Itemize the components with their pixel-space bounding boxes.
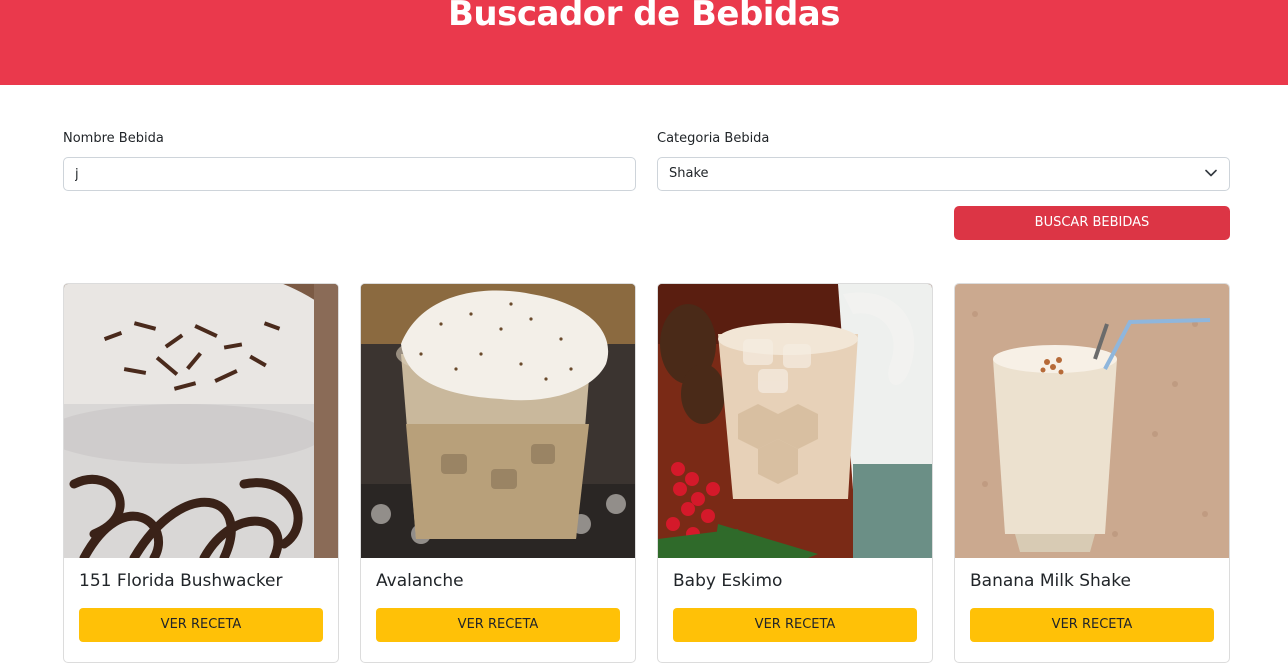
drink-name-input[interactable] <box>63 157 636 191</box>
drink-image <box>658 284 932 558</box>
search-drinks-button[interactable]: Buscar Bebidas <box>954 206 1230 240</box>
category-selected-value: Shake <box>669 166 709 181</box>
drink-image <box>361 284 635 558</box>
view-recipe-button[interactable]: Ver Receta <box>970 608 1214 642</box>
drink-card: 151 Florida Bushwacker Ver Receta <box>63 283 339 663</box>
view-recipe-button[interactable]: Ver Receta <box>376 608 620 642</box>
chevron-down-icon <box>1205 169 1217 177</box>
drink-card: Banana Milk Shake Ver Receta <box>954 283 1230 663</box>
view-recipe-button[interactable]: Ver Receta <box>673 608 917 642</box>
drink-name: Banana Milk Shake <box>970 571 1131 591</box>
category-select[interactable]: Shake <box>657 157 1230 191</box>
drink-card: Avalanche Ver Receta <box>360 283 636 663</box>
drink-name: Baby Eskimo <box>673 571 783 591</box>
name-field-label: Nombre Bebida <box>63 131 164 146</box>
drink-image <box>955 284 1229 558</box>
view-recipe-button[interactable]: Ver Receta <box>79 608 323 642</box>
drink-name: 151 Florida Bushwacker <box>79 571 283 591</box>
drink-card: Baby Eskimo Ver Receta <box>657 283 933 663</box>
drink-image <box>64 284 338 558</box>
page-title: Buscador de Bebidas <box>448 0 840 34</box>
drink-name: Avalanche <box>376 571 464 591</box>
category-field-label: Categoria Bebida <box>657 131 770 146</box>
page-header: Buscador de Bebidas <box>0 0 1288 85</box>
